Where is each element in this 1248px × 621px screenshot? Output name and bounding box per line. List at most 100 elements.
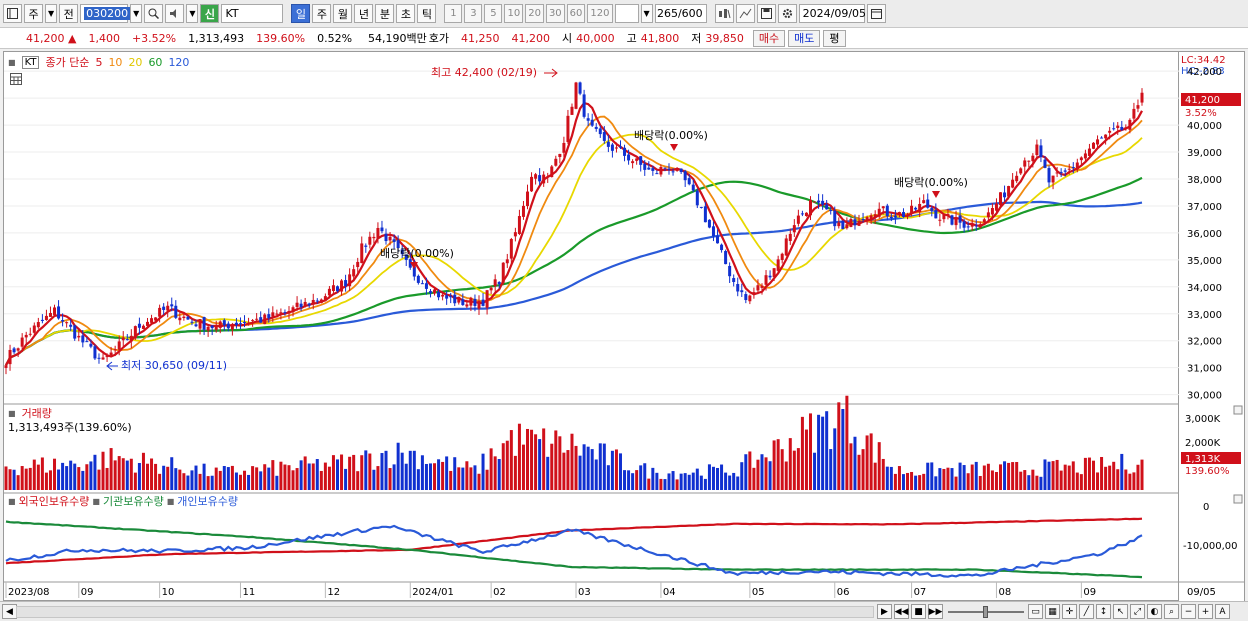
tick-1-button[interactable]: 1 [444,4,463,23]
volume-bar [1096,472,1100,490]
tick-10-button[interactable]: 10 [504,4,524,23]
candle-down [453,294,457,304]
candle-up [327,288,331,296]
candle-up [247,322,251,324]
tick-custom-input[interactable] [614,4,639,23]
volume-bar [651,467,655,490]
crosshair-icon[interactable]: ✛ [1062,604,1077,619]
bid-price-2: 41,200 [511,31,551,45]
shin-dropdown[interactable]: ▼ [186,4,199,23]
fast-forward-icon[interactable]: ▶▶ [928,604,943,619]
period-second-button[interactable]: 초 [396,4,416,23]
period-year-button[interactable]: 년 [354,4,374,23]
color-icon[interactable]: ◐ [1147,604,1162,619]
volume-bar [113,460,117,490]
candle-up [77,335,81,338]
date-input[interactable]: 2024/09/05 [798,4,866,23]
volume-bar [368,453,372,490]
volume-bar [509,430,513,490]
cursor-icon[interactable]: ↖ [1113,604,1128,619]
ma5-label[interactable]: 5 [95,56,102,69]
prev-button[interactable]: 전 [59,4,79,23]
period-day-button[interactable]: 일 [291,4,311,23]
holder-close-icon[interactable] [1233,494,1243,504]
zoom-in-icon[interactable]: + [1198,604,1213,619]
scroll-track[interactable] [16,606,874,618]
candle-up [279,312,283,315]
individual-holdings-label[interactable]: 개인보유수량 [177,493,238,509]
tick-custom-dropdown[interactable]: ▼ [640,4,653,23]
candle-up [922,200,926,204]
layout-icon[interactable] [3,4,22,23]
zoom-search-icon[interactable]: ⌕ [1164,604,1179,619]
tick-5-button[interactable]: 5 [484,4,503,23]
candle-up [1075,162,1079,170]
chart-plot-area[interactable]: 최고 42,400 (02/19) 최저 30,650 (09/11) 배당락(0.… [3,51,1180,601]
institution-holdings-label[interactable]: 기관보유수량 [103,493,164,509]
volume-bar [1011,462,1015,490]
period-week-button[interactable]: 주 [312,4,332,23]
ticker-box[interactable]: KT [21,55,40,69]
speaker-icon[interactable] [165,4,185,23]
tick-60-button[interactable]: 60 [566,4,586,23]
period-tick-button[interactable]: 틱 [417,4,437,23]
rewind-icon[interactable]: ◀◀ [894,604,909,619]
period-month-button[interactable]: 월 [333,4,353,23]
zoom-slider-handle[interactable] [983,606,988,618]
volume-bar [873,462,877,490]
period-type-button[interactable]: 주 [24,4,43,23]
scroll-right-icon[interactable]: ▶ [877,604,892,619]
settings-gear-icon[interactable] [777,4,797,23]
indicator-icon[interactable] [714,4,734,23]
candle-up [154,317,158,321]
candle-up [877,208,881,217]
candle-down [724,251,728,265]
measure-icon[interactable]: ↕ [1096,604,1111,619]
candle-up [1027,160,1031,162]
calendar-icon[interactable] [866,4,886,23]
ma10-label[interactable]: 10 [108,56,122,69]
sell-button[interactable]: 매도 [788,29,821,47]
layout-split-icon[interactable]: ▭ [1028,604,1043,619]
ma60-label[interactable]: 60 [148,56,162,69]
period-minute-button[interactable]: 분 [375,4,395,23]
line-tool-icon[interactable]: ╱ [1079,604,1094,619]
period-type-dropdown[interactable]: ▼ [45,4,58,23]
candle-up [808,200,812,216]
volume-bar [849,443,853,490]
foreign-holdings-label[interactable]: 외국인보유수량 [19,493,90,509]
volume-bar [352,454,356,490]
candle-up [255,318,259,320]
draw-tool-icon[interactable] [735,4,755,23]
font-size-icon[interactable]: A [1215,604,1230,619]
save-icon[interactable] [756,4,776,23]
candle-up [906,214,910,217]
volume-bar [813,452,817,490]
layout-grid-icon[interactable]: ▦ [1045,604,1060,619]
tick-30-button[interactable]: 30 [545,4,565,23]
volume-bar [542,428,546,490]
fit-icon[interactable]: ⤢ [1130,604,1145,619]
stock-code-input[interactable]: 030200 [80,4,131,23]
count-field[interactable]: 265/600 [654,4,707,23]
search-icon[interactable] [144,4,164,23]
ma20-label[interactable]: 20 [128,56,142,69]
tick-120-button[interactable]: 120 [587,4,613,23]
stock-code-dropdown[interactable]: ▼ [130,4,143,23]
scroll-left-icon[interactable]: ◀ [2,604,17,619]
table-toggle-icon[interactable] [10,73,22,85]
volume-close-icon[interactable] [1233,405,1243,415]
volume-bar [1100,456,1104,490]
y-axis-panel[interactable]: LC:34.42 HC:-2.83 42,00041,00040,00039,0… [1179,51,1245,601]
ma120-label[interactable]: 120 [168,56,189,69]
tick-20-button[interactable]: 20 [525,4,544,23]
eval-button[interactable]: 평 [823,29,846,47]
volume-bar [481,453,485,490]
volume-bar [501,443,505,490]
stop-icon[interactable]: ■ [911,604,926,619]
buy-button[interactable]: 매수 [752,29,786,47]
tick-3-button[interactable]: 3 [464,4,483,23]
zoom-out-icon[interactable]: − [1181,604,1196,619]
credit-badge[interactable]: 신 [200,4,220,23]
volume-bar [1120,453,1124,490]
